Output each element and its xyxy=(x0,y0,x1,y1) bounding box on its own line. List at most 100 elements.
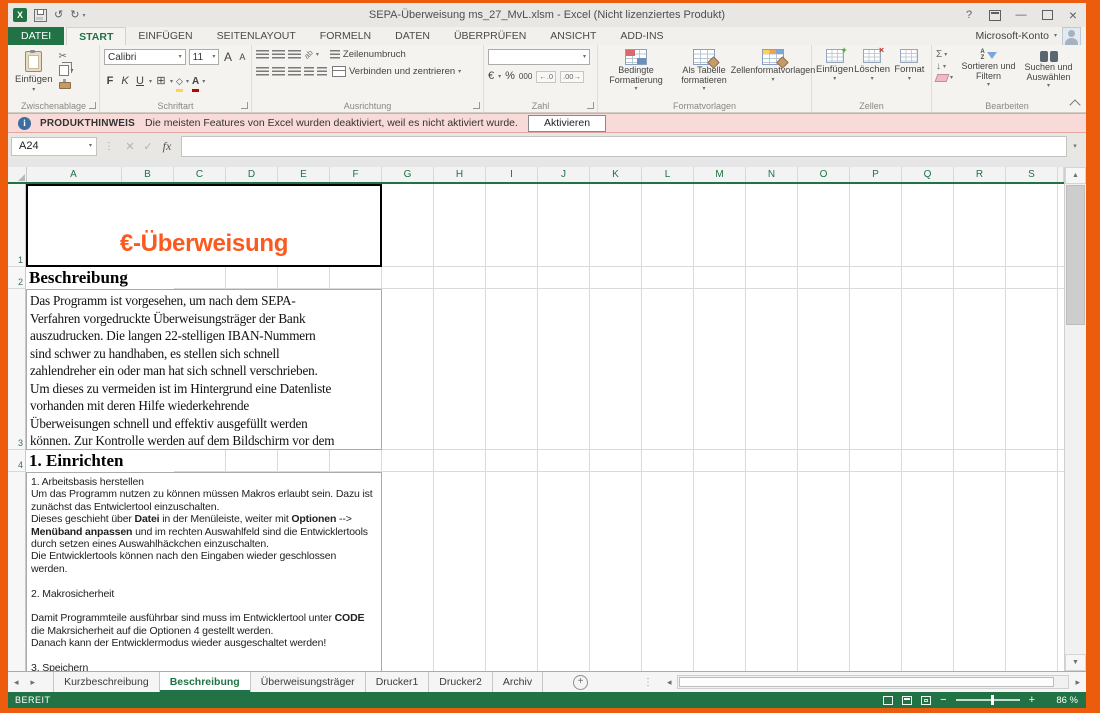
normal-view-icon[interactable] xyxy=(883,696,893,705)
column-header-S[interactable]: S xyxy=(1006,167,1058,182)
description-text-cell[interactable]: Das Programm ist vorgesehen, um nach dem… xyxy=(26,289,382,450)
column-header-L[interactable]: L xyxy=(642,167,694,182)
select-all-corner[interactable] xyxy=(8,167,27,182)
sheet-tab-kurzbeschreibung[interactable]: Kurzbeschreibung xyxy=(53,672,160,692)
name-box[interactable]: A24 ▾ xyxy=(11,137,97,156)
horizontal-scroll-thumb[interactable] xyxy=(679,677,1053,687)
format-painter-button[interactable] xyxy=(59,79,74,89)
cell-styles-button[interactable]: Zellenformatvorlagen ▾ xyxy=(738,49,808,99)
fill-color-button[interactable]: ◇ xyxy=(176,71,183,92)
ribbon-tab-seitenlayout[interactable]: SEITENLAYOUT xyxy=(205,27,308,45)
column-header-K[interactable]: K xyxy=(590,167,642,182)
formula-input[interactable] xyxy=(181,136,1067,157)
redo-icon[interactable]: ↻ xyxy=(70,10,79,21)
wrap-text-button[interactable]: Zeilenumbruch xyxy=(330,49,406,60)
zoom-level[interactable]: 86 % xyxy=(1044,695,1078,706)
ribbon-tab-start[interactable]: START xyxy=(66,27,126,45)
ribbon-tab-überprüfen[interactable]: ÜBERPRÜFEN xyxy=(442,27,538,45)
save-icon[interactable] xyxy=(34,9,47,22)
align-center-icon[interactable] xyxy=(272,67,285,76)
sheet-tab-drucker1[interactable]: Drucker1 xyxy=(366,672,430,692)
sheet-grid[interactable]: €-Überweisung Beschreibung Das Programm … xyxy=(8,167,1086,671)
zoom-out-icon[interactable]: − xyxy=(940,695,946,706)
italic-button[interactable]: K xyxy=(119,76,131,87)
qat-customize-icon[interactable]: ▾ xyxy=(82,12,85,19)
excel-logo-icon[interactable]: X xyxy=(13,8,27,22)
shrink-font-button[interactable]: A xyxy=(237,53,248,62)
column-header-J[interactable]: J xyxy=(538,167,590,182)
hscroll-left-icon[interactable]: ◂ xyxy=(661,672,678,692)
scroll-up-icon[interactable]: ▲ xyxy=(1065,167,1086,184)
grow-font-button[interactable]: A xyxy=(222,51,233,63)
insert-cells-button[interactable]: + Einfügen ▾ xyxy=(816,49,854,99)
orientation-icon[interactable]: ab xyxy=(302,48,315,61)
decrease-decimal-icon[interactable]: .00→ xyxy=(560,71,584,83)
sort-filter-button[interactable]: AZ Sortieren und Filtern ▾ xyxy=(959,49,1018,99)
close-icon[interactable]: × xyxy=(1060,5,1086,25)
column-header-P[interactable]: P xyxy=(850,167,902,182)
expand-formula-bar-icon[interactable]: ▾ xyxy=(1067,142,1083,150)
column-header-H[interactable]: H xyxy=(434,167,486,182)
column-header-R[interactable]: R xyxy=(954,167,1006,182)
row-header-1[interactable]: 1 xyxy=(8,184,26,267)
page-layout-view-icon[interactable] xyxy=(902,696,912,705)
sheet-tab-überweisungsträger[interactable]: Überweisungsträger xyxy=(251,672,366,692)
cancel-entry-icon[interactable]: ✕ xyxy=(121,140,139,153)
maximize-icon[interactable] xyxy=(1034,5,1060,25)
column-header-I[interactable]: I xyxy=(486,167,538,182)
increase-decimal-icon[interactable]: ←.0 xyxy=(536,71,556,83)
row-header-3[interactable]: 3 xyxy=(8,289,26,450)
accounting-format-button[interactable]: € xyxy=(488,71,494,82)
ribbon-tab-daten[interactable]: DATEN xyxy=(383,27,442,45)
row-header-2[interactable]: 2 xyxy=(8,267,26,289)
scroll-down-icon[interactable]: ▼ xyxy=(1065,654,1086,671)
font-color-button[interactable]: A xyxy=(192,71,199,92)
activate-button[interactable]: Aktivieren xyxy=(528,115,606,132)
borders-button[interactable]: ⊞ xyxy=(155,76,167,87)
hscroll-right-icon[interactable]: ▸ xyxy=(1069,672,1086,692)
ribbon-tab-add-ins[interactable]: ADD-INS xyxy=(608,27,675,45)
ribbon-display-options-icon[interactable] xyxy=(982,5,1008,25)
sheet-nav-left-icon[interactable]: ◂ xyxy=(8,672,25,692)
conditional-formatting-button[interactable]: Bedingte Formatierung ▾ xyxy=(602,49,670,99)
help-icon[interactable]: ? xyxy=(956,5,982,25)
row-header-5[interactable] xyxy=(8,472,26,671)
minimize-icon[interactable]: — xyxy=(1008,5,1034,25)
format-as-table-button[interactable]: Als Tabelle formatieren ▾ xyxy=(670,49,738,99)
font-name-combobox[interactable]: Calibri▾ xyxy=(104,49,186,65)
align-bottom-icon[interactable] xyxy=(288,50,301,59)
column-header-Q[interactable]: Q xyxy=(902,167,954,182)
column-header-E[interactable]: E xyxy=(278,167,330,182)
align-middle-icon[interactable] xyxy=(272,50,285,59)
column-header-A[interactable]: A xyxy=(26,167,122,182)
column-header-O[interactable]: O xyxy=(798,167,850,182)
sheet-tab-beschreibung[interactable]: Beschreibung xyxy=(160,672,251,692)
dialog-launcher-icon[interactable] xyxy=(587,102,594,109)
align-right-icon[interactable] xyxy=(288,67,301,76)
clear-button[interactable]: ▾ xyxy=(936,74,953,82)
vertical-scroll-thumb[interactable] xyxy=(1066,185,1085,325)
delete-cells-button[interactable]: × Löschen ▾ xyxy=(854,49,891,99)
instructions-text-cell[interactable]: 1. Arbeitsbasis herstellenUm das Program… xyxy=(26,472,382,671)
cell-heading-einrichten[interactable]: 1. Einrichten xyxy=(26,450,174,472)
column-header-F[interactable]: F xyxy=(330,167,382,182)
bold-button[interactable]: F xyxy=(104,76,116,87)
font-size-combobox[interactable]: 11▾ xyxy=(189,49,220,65)
ribbon-tab-formeln[interactable]: FORMELN xyxy=(308,27,383,45)
align-left-icon[interactable] xyxy=(256,67,269,76)
sheet-tab-drucker2[interactable]: Drucker2 xyxy=(429,672,493,692)
merged-title-cell[interactable]: €-Überweisung xyxy=(26,184,382,267)
number-format-combobox[interactable]: ▾ xyxy=(488,49,590,65)
sheet-nav-right-icon[interactable]: ▸ xyxy=(25,672,42,692)
cut-button[interactable]: ✂ xyxy=(59,52,74,62)
column-header-D[interactable]: D xyxy=(226,167,278,182)
zoom-slider-thumb[interactable] xyxy=(991,695,994,705)
paste-button[interactable]: Einfügen ▾ xyxy=(15,49,53,99)
zoom-in-icon[interactable]: + xyxy=(1029,695,1035,706)
autosum-button[interactable]: Σ▾ xyxy=(936,50,953,60)
tab-scrollbar-splitter[interactable]: ⋮ xyxy=(635,672,661,692)
copy-button[interactable]: ▾ xyxy=(59,65,74,76)
column-header-M[interactable]: M xyxy=(694,167,746,182)
percent-style-button[interactable]: % xyxy=(505,71,515,82)
insert-function-icon[interactable]: fx xyxy=(157,139,177,154)
